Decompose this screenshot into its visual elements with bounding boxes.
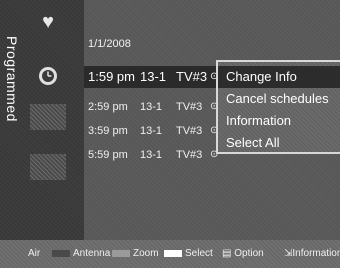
option-icon: ▤: [222, 248, 232, 259]
option-button[interactable]: ▤ Option: [222, 240, 264, 268]
row-channel: 13-1: [140, 125, 163, 137]
sidebar: Programmed ♥: [0, 0, 84, 240]
select-label: Select: [185, 248, 213, 259]
heart-icon[interactable]: ♥: [30, 10, 66, 34]
tv-screen: Programmed ♥ 1/1/2008 1:59 pm 13-1 TV#3 …: [0, 0, 340, 268]
row-time: 3:59 pm: [88, 125, 128, 137]
row-channel: 13-1: [140, 101, 163, 113]
placeholder-icon: [30, 154, 66, 180]
menu-item-change-info[interactable]: Change Info: [218, 66, 340, 88]
zoom-button[interactable]: Zoom: [112, 240, 159, 268]
row-time: 1:59 pm: [88, 69, 135, 84]
row-name: TV#3: [176, 69, 208, 84]
select-button[interactable]: Select: [164, 240, 213, 268]
information-button[interactable]: ⇲Information: [284, 240, 340, 268]
row-time: 5:59 pm: [88, 149, 128, 161]
antenna-button[interactable]: Antenna: [52, 240, 110, 268]
antenna-label: Antenna: [73, 248, 111, 259]
placeholder-icon: [30, 104, 66, 130]
row-name: TV#3: [176, 101, 203, 113]
options-menu: Change Info Cancel schedules Information…: [216, 60, 340, 154]
row-time: 2:59 pm: [88, 101, 128, 113]
menu-item-information[interactable]: Information: [218, 110, 340, 132]
select-swatch-icon: [164, 249, 182, 257]
row-channel: 13-1: [140, 69, 167, 84]
option-label: Option: [234, 248, 264, 259]
menu-item-select-all[interactable]: Select All: [218, 132, 340, 154]
sidebar-label: Programmed: [4, 36, 20, 122]
schedule-icon[interactable]: [30, 64, 66, 88]
row-name: TV#3: [176, 149, 203, 161]
list-date: 1/1/2008: [88, 38, 131, 50]
row-name: TV#3: [176, 125, 203, 137]
row-channel: 13-1: [140, 149, 163, 161]
information-label: Information: [292, 248, 340, 259]
antenna-swatch-icon: [52, 249, 70, 257]
air-label: Air: [28, 248, 41, 259]
zoom-swatch-icon: [112, 249, 130, 257]
zoom-label: Zoom: [133, 248, 159, 259]
menu-item-cancel-schedules[interactable]: Cancel schedules: [218, 88, 340, 110]
footer-guide: Air Antenna Zoom Select ▤ Option ⇲Inform…: [0, 240, 340, 268]
